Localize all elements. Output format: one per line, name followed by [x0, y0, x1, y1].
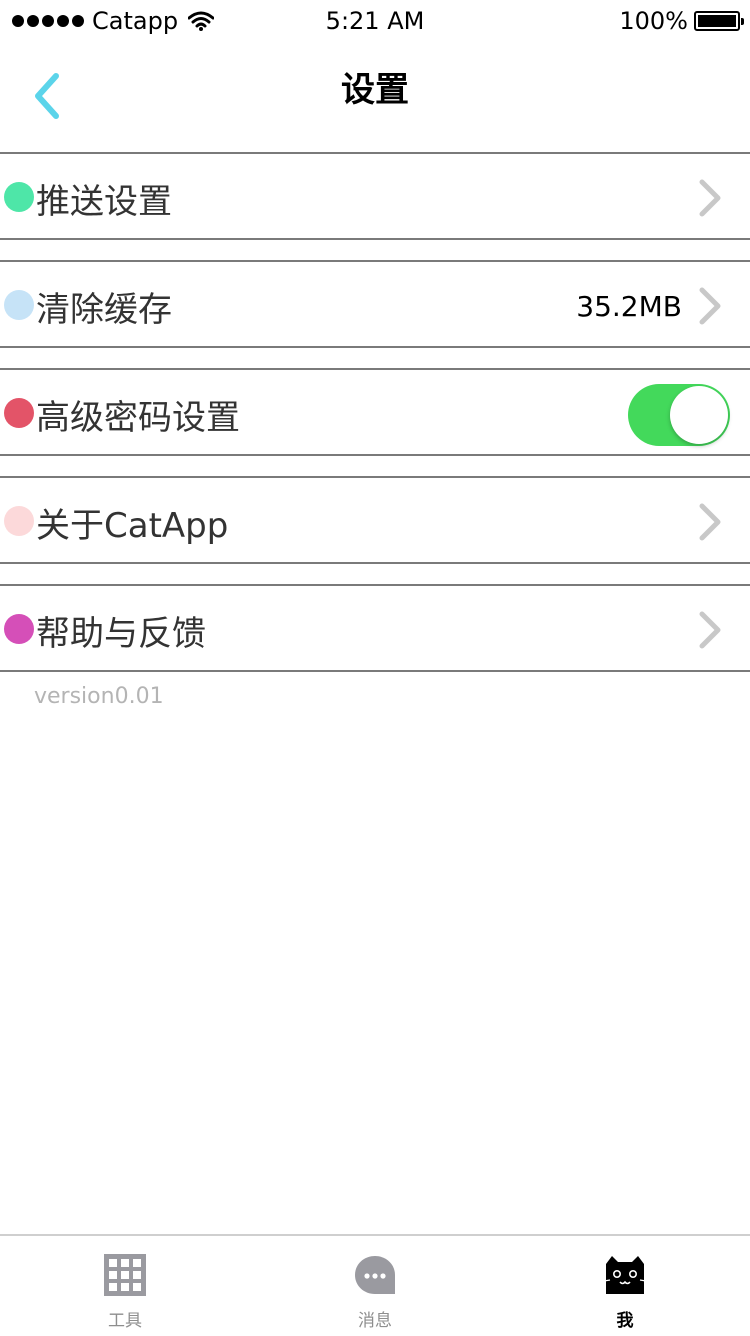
toggle-knob: [670, 386, 728, 444]
status-dot: [4, 182, 34, 212]
settings-row-advanced-password: 高级密码设置: [0, 368, 750, 456]
chevron-right-icon: [699, 287, 721, 325]
status-dot: [4, 398, 34, 428]
tab-me[interactable]: 我: [500, 1236, 750, 1336]
version-label: version0.01: [34, 684, 164, 709]
tab-messages[interactable]: 消息: [250, 1236, 500, 1336]
page-title: 设置: [341, 70, 409, 110]
status-dot: [4, 506, 34, 536]
battery-percentage: 100%: [619, 7, 688, 35]
chevron-right-icon: [699, 611, 721, 649]
password-toggle-switch[interactable]: [628, 384, 730, 446]
status-dot: [4, 290, 34, 320]
message-bubble-icon: [355, 1256, 395, 1294]
tab-label: 我: [616, 1311, 634, 1331]
settings-row-label: 帮助与反馈: [36, 614, 206, 654]
settings-row-label: 关于CatApp: [36, 506, 229, 546]
settings-row-clear-cache[interactable]: 清除缓存 35.2MB: [0, 260, 750, 348]
settings-row-label: 推送设置: [36, 182, 172, 222]
battery-icon: [694, 11, 744, 31]
tab-label: 消息: [358, 1311, 392, 1331]
chevron-right-icon: [699, 503, 721, 541]
settings-row-label: 高级密码设置: [36, 398, 240, 438]
cat-face-icon: [604, 1256, 646, 1294]
settings-row-push[interactable]: 推送设置: [0, 152, 750, 240]
tab-label: 工具: [108, 1311, 142, 1331]
cache-size-value: 35.2MB: [576, 290, 682, 323]
grid-icon: [104, 1254, 146, 1296]
tab-bar: 工具 消息 我: [0, 1234, 750, 1334]
chevron-right-icon: [699, 179, 721, 217]
nav-bar: 设置: [0, 42, 750, 152]
settings-row-help-feedback[interactable]: 帮助与反馈: [0, 584, 750, 672]
status-bar: Catapp 5:21 AM 100%: [0, 0, 750, 42]
status-right: 100%: [619, 7, 744, 35]
settings-row-label: 清除缓存: [36, 290, 172, 330]
settings-row-about[interactable]: 关于CatApp: [0, 476, 750, 564]
tab-tools[interactable]: 工具: [0, 1236, 250, 1336]
status-dot: [4, 614, 34, 644]
